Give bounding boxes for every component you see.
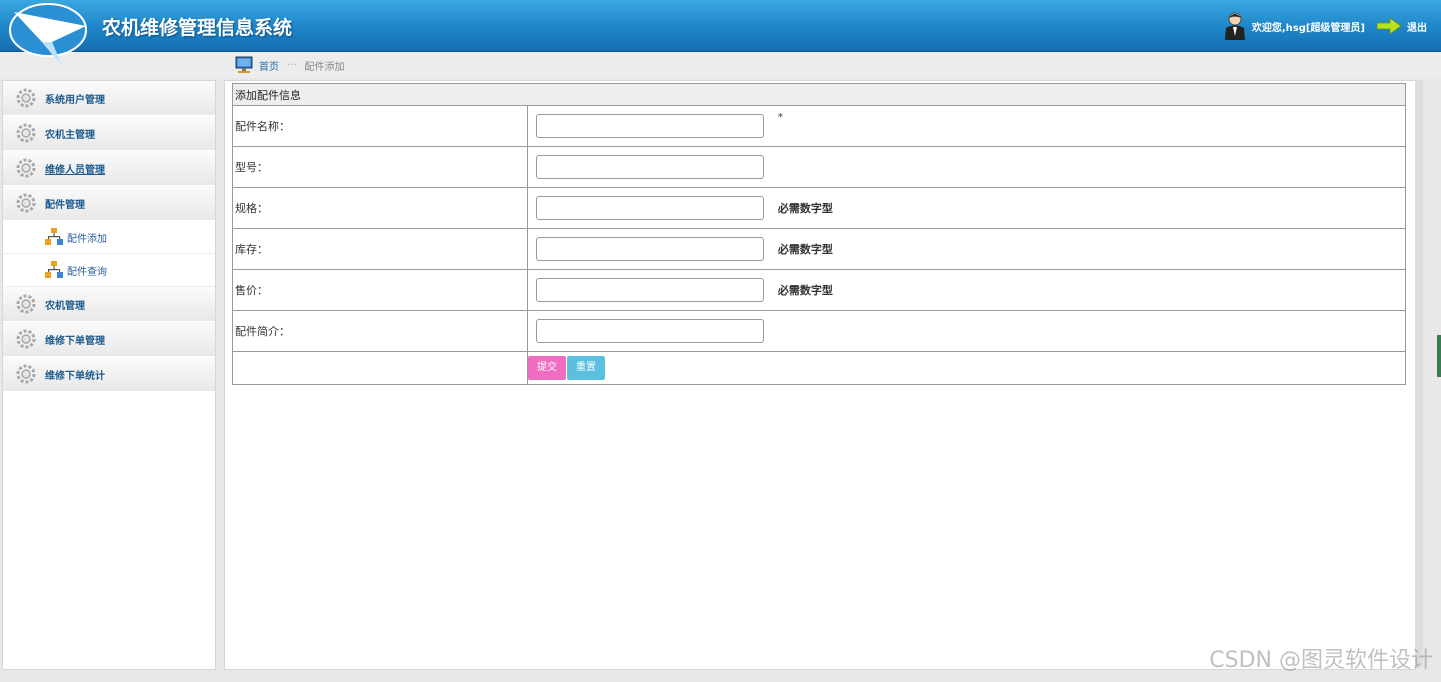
stock-input[interactable]: [536, 237, 764, 261]
sidebar-item-farm-owners[interactable]: 农机主管理: [3, 116, 215, 151]
add-part-form: 添加配件信息 配件名称： * 型号： 规格： 必需数字型 库存： 必需数字型 售…: [232, 83, 1406, 385]
gear-icon: [16, 193, 36, 213]
sidebar-item-label: 农机主管理: [45, 129, 95, 141]
sidebar-subitem-add-part[interactable]: 配件添加: [3, 221, 215, 254]
required-mark: *: [777, 111, 783, 123]
vertical-scrollbar[interactable]: [1415, 80, 1423, 668]
computer-icon: [235, 56, 253, 73]
logo-icon: [9, 3, 87, 66]
field-label: 库存：: [232, 228, 528, 270]
welcome-text: 欢迎您,hsg[超级管理员]: [1251, 22, 1365, 34]
form-row: 型号：: [232, 146, 1406, 188]
org-chart-icon: [45, 228, 63, 245]
sidebar-item-machinery[interactable]: 农机管理: [3, 287, 215, 322]
logout-arrow-icon[interactable]: [1377, 18, 1401, 34]
gear-icon: [16, 294, 36, 314]
field-label: 配件简介：: [232, 310, 528, 352]
gear-icon: [16, 88, 36, 108]
form-row: 规格： 必需数字型: [232, 187, 1406, 229]
form-row: 配件简介：: [232, 310, 1406, 352]
sidebar-item-label: 农机管理: [45, 300, 85, 312]
gear-icon: [16, 364, 36, 384]
sidebar-item-repair-orders[interactable]: 维修下单管理: [3, 322, 215, 357]
breadcrumb-separator: ···: [287, 59, 297, 71]
submit-button[interactable]: 提交: [528, 356, 566, 380]
sidebar-item-label: 维修下单管理: [45, 335, 105, 347]
top-header: 农机维修管理信息系统 欢迎您,hsg[超级管理员] 退出: [0, 0, 1441, 66]
form-caption: 添加配件信息: [232, 83, 1406, 106]
user-avatar-icon: [1224, 12, 1245, 40]
user-area: 欢迎您,hsg[超级管理员] 退出: [1224, 12, 1427, 40]
sidebar-item-repair-staff[interactable]: 维修人员管理: [3, 151, 215, 186]
numeric-hint: 必需数字型: [777, 284, 833, 297]
spec-input[interactable]: [536, 196, 764, 220]
gear-icon: [16, 123, 36, 143]
sidebar-item-parts[interactable]: 配件管理: [3, 186, 215, 221]
sidebar-item-label: 系统用户管理: [45, 94, 105, 106]
watermark: CSDN @图灵软件设计: [1209, 648, 1433, 673]
logout-link[interactable]: 退出: [1407, 19, 1427, 34]
sidebar-subitem-label: 配件查询: [67, 266, 107, 278]
field-label: 型号：: [232, 146, 528, 188]
side-panel-handle[interactable]: [1437, 335, 1441, 377]
sidebar-item-label: 维修人员管理: [45, 164, 105, 176]
numeric-hint: 必需数字型: [777, 202, 833, 215]
sidebar-menu: 系统用户管理 农机主管理 维修人员管理 配件管理 配件添加 配件查询 农机管理 …: [2, 80, 216, 670]
form-actions-row: 提交 重置: [232, 351, 1406, 385]
model-input[interactable]: [536, 155, 764, 179]
sidebar-item-label: 维修下单统计: [45, 370, 105, 382]
field-label: 售价：: [232, 269, 528, 311]
field-label: 配件名称：: [232, 105, 528, 147]
breadcrumb-bar: 首页 ··· 配件添加: [0, 52, 1441, 78]
form-row: 售价： 必需数字型: [232, 269, 1406, 311]
field-label: 规格：: [232, 187, 528, 229]
breadcrumb: 首页 ··· 配件添加: [234, 55, 345, 75]
breadcrumb-current: 配件添加: [304, 61, 345, 73]
form-row: 配件名称： *: [232, 105, 1406, 147]
breadcrumb-home-link[interactable]: 首页: [259, 58, 279, 73]
description-input[interactable]: [536, 319, 764, 343]
org-chart-icon: [45, 261, 63, 278]
sidebar-subitem-query-part[interactable]: 配件查询: [3, 254, 215, 287]
sidebar-item-order-stats[interactable]: 维修下单统计: [3, 357, 215, 392]
form-row: 库存： 必需数字型: [232, 228, 1406, 270]
sidebar-item-label: 配件管理: [45, 199, 85, 211]
part-name-input[interactable]: [536, 114, 764, 138]
sidebar-item-system-users[interactable]: 系统用户管理: [3, 81, 215, 116]
gear-icon: [16, 329, 36, 349]
price-input[interactable]: [536, 278, 764, 302]
sidebar-subitem-label: 配件添加: [67, 233, 107, 245]
app-title: 农机维修管理信息系统: [102, 17, 293, 39]
gear-icon: [16, 158, 36, 178]
reset-button[interactable]: 重置: [567, 356, 605, 380]
empty-cell: [232, 351, 528, 385]
numeric-hint: 必需数字型: [777, 243, 833, 256]
main-content: 添加配件信息 配件名称： * 型号： 规格： 必需数字型 库存： 必需数字型 售…: [224, 80, 1416, 670]
